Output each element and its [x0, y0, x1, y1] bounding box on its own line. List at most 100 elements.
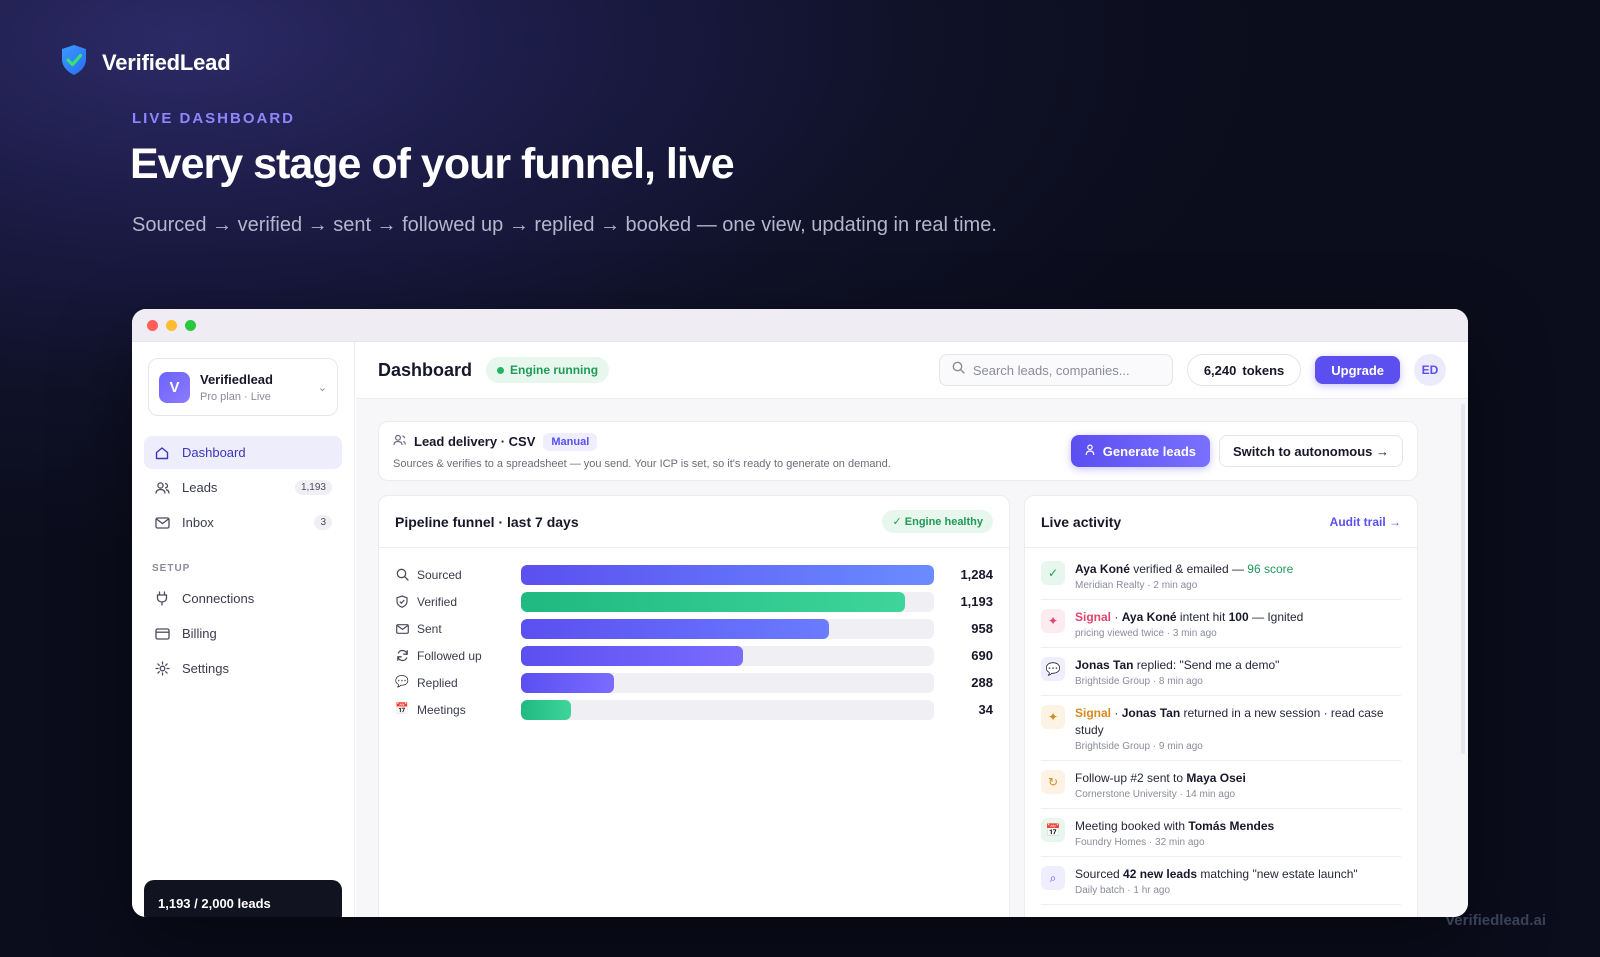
activity-text: Signal · Aya Koné intent hit 100 — Ignit… [1075, 609, 1401, 626]
workspace-plan: Pro plan · Live [200, 390, 271, 403]
activity-text: Jonas Tan replied: "Send me a demo" [1075, 657, 1401, 674]
inbox-count-badge: 3 [314, 515, 332, 530]
hero-subline: Sourced → verified → sent → followed up … [132, 214, 997, 236]
gear-icon [154, 661, 170, 677]
search-icon [952, 361, 965, 379]
token-balance: 6,240 tokens [1186, 354, 1302, 386]
activity-title: Live activity [1041, 513, 1122, 530]
sidebar-item-leads[interactable]: Leads 1,193 [144, 471, 342, 504]
activity-item[interactable]: 💬 Jonas Tan replied: "Send me a demo" Brig… [1041, 648, 1401, 696]
sidebar-item-billing[interactable]: Billing [144, 617, 342, 650]
activity-meta: Brightside Group · 8 min ago [1075, 676, 1203, 687]
funnel-stage-value: 34 [978, 702, 993, 717]
activity-item[interactable]: ✓ Aya Koné verified & emailed — 96 score M… [1041, 548, 1401, 600]
app-window: V Verifiedlead Pro plan · Live ⌄ Dashboa… [132, 309, 1468, 917]
close-window-dot[interactable] [147, 319, 158, 331]
calendar-icon: 📅 [395, 703, 409, 715]
funnel-stage-label: Sourced [395, 568, 521, 582]
minimize-window-dot[interactable] [166, 319, 177, 331]
switch-autonomous-button[interactable]: Switch to autonomous → [1219, 435, 1403, 467]
funnel-bar [521, 564, 934, 585]
funnel-stage-name: Sourced [417, 567, 462, 582]
activity-meta: Foundry Homes · 32 min ago [1075, 837, 1205, 848]
sidebar-item-inbox[interactable]: Inbox 3 [144, 506, 342, 539]
search-input[interactable] [972, 362, 1153, 378]
funnel-stage-label: Sent [395, 622, 521, 636]
funnel-row-verified: Verified 1,193 [395, 588, 993, 615]
refresh-icon: ↻ [1041, 770, 1065, 794]
activity-text: Sourced 42 new leads matching "new estat… [1075, 866, 1401, 883]
activity-text-part: 96 score [1247, 562, 1294, 576]
topbar: Dashboard Engine running 6,240 tokens Up… [356, 342, 1468, 399]
sidebar-item-dashboard[interactable]: Dashboard [144, 436, 342, 469]
sidebar: V Verifiedlead Pro plan · Live ⌄ Dashboa… [132, 342, 355, 917]
activity-text: Signal · Jonas Tan returned in a new ses… [1075, 705, 1401, 739]
users-icon [154, 480, 170, 496]
hero-eyebrow: LIVE DASHBOARD [132, 110, 296, 127]
spark-icon: ✦ [1041, 705, 1065, 729]
sidebar-item-label: Inbox [182, 515, 214, 530]
sidebar-item-connections[interactable]: Connections [144, 582, 342, 615]
maximize-window-dot[interactable] [185, 319, 196, 331]
sidebar-item-settings[interactable]: Settings [144, 652, 342, 685]
lead-delivery-card: Lead delivery · CSV Manual Sources & ver… [378, 421, 1418, 481]
search-box[interactable] [938, 354, 1173, 386]
funnel-bar-track [521, 699, 934, 720]
engine-status-badge: Engine running [486, 357, 610, 383]
activity-text: Aya Koné verified & emailed — 96 score [1075, 561, 1401, 578]
funnel-row-replied: 💬 Replied 288 [395, 669, 993, 696]
check-icon: ✓ [1041, 561, 1065, 585]
user-icon [393, 433, 406, 451]
funnel-stage-label: Verified [395, 595, 521, 609]
activity-item[interactable]: ✦ Signal · Aya Koné intent hit 100 — Igni… [1041, 600, 1401, 648]
calendar-icon: 📅 [1041, 818, 1065, 842]
card-icon [154, 626, 170, 642]
brand: VerifiedLead [60, 44, 231, 81]
activity-item[interactable]: 📅 Meeting booked with Tomás Mendes Foundry… [1041, 809, 1401, 857]
funnel-bar-track [521, 564, 934, 585]
setup-section-label: SETUP [152, 563, 191, 574]
activity-text-part: 42 new leads [1123, 867, 1198, 881]
user-avatar[interactable]: ED [1414, 354, 1446, 386]
activity-item[interactable]: ↻ Follow-up #2 sent to Maya Osei Cornersto… [1041, 761, 1401, 809]
activity-text-part: — Ignited [1248, 610, 1304, 624]
delivery-title: Lead delivery · CSV [414, 434, 536, 449]
activity-meta: Daily batch · 1 hr ago [1075, 885, 1171, 896]
upgrade-button[interactable]: Upgrade [1315, 356, 1400, 384]
funnel-stage-value: 1,193 [960, 594, 993, 609]
refresh-icon [395, 649, 409, 663]
activity-text-part: Signal [1075, 610, 1112, 624]
activity-meta: Meridian Realty · 2 min ago [1075, 580, 1198, 591]
funnel-bar [521, 591, 905, 612]
activity-item[interactable]: ⌕ Sourced 42 new leads matching "new esta… [1041, 857, 1401, 905]
spark-icon: ✦ [1041, 609, 1065, 633]
token-label: tokens [1242, 362, 1285, 378]
funnel-bar [521, 618, 830, 639]
activity-text-part: · [1111, 610, 1122, 624]
generate-leads-button[interactable]: Generate leads [1070, 435, 1210, 467]
person-icon [1085, 443, 1095, 459]
sidebar-nav: Dashboard Leads 1,193 Inbox 3 SETUP Conn… [132, 436, 354, 685]
activity-text: Follow-up #2 sent to Maya Osei [1075, 770, 1401, 787]
audit-trail-link[interactable]: Audit trail → [1330, 515, 1401, 529]
activity-item[interactable]: ✦ Signal · Jonas Tan returned in a new se… [1041, 696, 1401, 761]
activity-text-part: matching "new estate launch" [1197, 867, 1358, 881]
funnel-stage-name: Replied [417, 675, 458, 690]
delivery-description: Sources & verifies to a spreadsheet — yo… [393, 457, 891, 470]
main-scrollbar[interactable] [1461, 404, 1465, 754]
activity-list: ✓ Aya Koné verified & emailed — 96 score M… [1025, 548, 1417, 905]
activity-text-part: Jonas Tan [1121, 706, 1181, 720]
workspace-switcher[interactable]: V Verifiedlead Pro plan · Live ⌄ [148, 358, 338, 416]
token-count: 6,240 [1203, 362, 1237, 378]
home-icon [154, 445, 170, 461]
funnel-stage-value: 690 [971, 648, 993, 663]
funnel-row-meetings: 📅 Meetings 34 [395, 696, 993, 723]
funnel-stage-name: Followed up [417, 648, 482, 663]
status-dot-icon [497, 366, 505, 374]
mode-badge: Manual [543, 432, 598, 451]
search-icon [395, 568, 409, 582]
engine-status-text: Engine running [510, 363, 599, 377]
sidebar-item-label: Billing [182, 626, 217, 641]
funnel-bar-track [521, 645, 934, 666]
activity-meta: Cornerstone University · 14 min ago [1075, 789, 1236, 800]
